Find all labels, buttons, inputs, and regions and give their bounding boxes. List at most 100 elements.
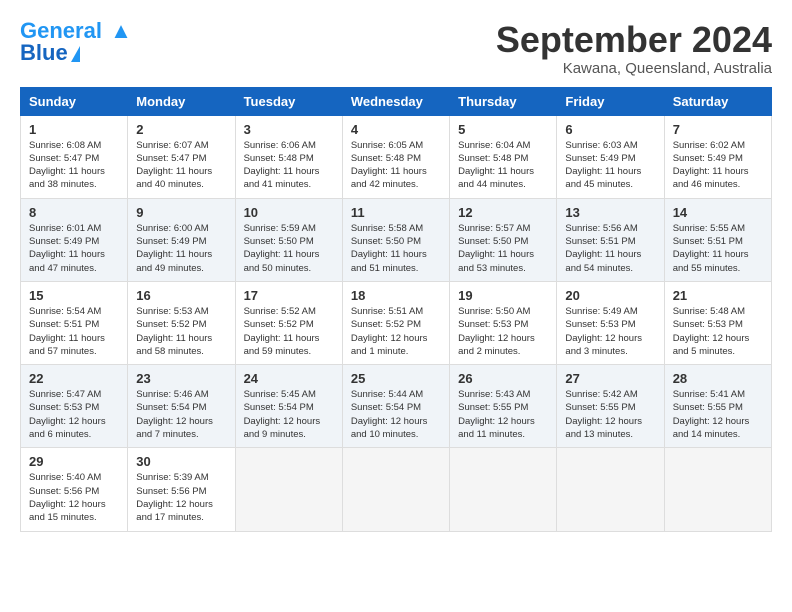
day-number: 9 xyxy=(136,205,226,220)
calendar-day-cell: 30 Sunrise: 5:39 AM Sunset: 5:56 PM Dayl… xyxy=(128,448,235,531)
calendar-day-cell: 5 Sunrise: 6:04 AM Sunset: 5:48 PM Dayli… xyxy=(450,115,557,198)
calendar-day-cell: 11 Sunrise: 5:58 AM Sunset: 5:50 PM Dayl… xyxy=(342,198,449,281)
day-number: 3 xyxy=(244,122,334,137)
logo-blue: Blue xyxy=(20,40,68,66)
day-info: Sunrise: 6:01 AM Sunset: 5:49 PM Dayligh… xyxy=(29,222,119,275)
calendar-day-cell: 3 Sunrise: 6:06 AM Sunset: 5:48 PM Dayli… xyxy=(235,115,342,198)
calendar-day-cell: 17 Sunrise: 5:52 AM Sunset: 5:52 PM Dayl… xyxy=(235,281,342,364)
calendar-day-cell: 21 Sunrise: 5:48 AM Sunset: 5:53 PM Dayl… xyxy=(664,281,771,364)
calendar-day-cell xyxy=(664,448,771,531)
calendar-day-cell: 27 Sunrise: 5:42 AM Sunset: 5:55 PM Dayl… xyxy=(557,365,664,448)
title-section: September 2024 Kawana, Queensland, Austr… xyxy=(496,20,772,77)
logo: General ▲ Blue xyxy=(20,20,132,66)
calendar-day-cell: 22 Sunrise: 5:47 AM Sunset: 5:53 PM Dayl… xyxy=(21,365,128,448)
calendar-day-cell: 16 Sunrise: 5:53 AM Sunset: 5:52 PM Dayl… xyxy=(128,281,235,364)
day-header-friday: Friday xyxy=(557,87,664,115)
calendar-header-row: SundayMondayTuesdayWednesdayThursdayFrid… xyxy=(21,87,772,115)
day-number: 15 xyxy=(29,288,119,303)
calendar-day-cell: 9 Sunrise: 6:00 AM Sunset: 5:49 PM Dayli… xyxy=(128,198,235,281)
day-number: 21 xyxy=(673,288,763,303)
calendar-table: SundayMondayTuesdayWednesdayThursdayFrid… xyxy=(20,87,772,532)
day-info: Sunrise: 6:04 AM Sunset: 5:48 PM Dayligh… xyxy=(458,139,548,192)
calendar-day-cell: 4 Sunrise: 6:05 AM Sunset: 5:48 PM Dayli… xyxy=(342,115,449,198)
day-info: Sunrise: 5:50 AM Sunset: 5:53 PM Dayligh… xyxy=(458,305,548,358)
day-info: Sunrise: 5:52 AM Sunset: 5:52 PM Dayligh… xyxy=(244,305,334,358)
day-number: 17 xyxy=(244,288,334,303)
day-number: 18 xyxy=(351,288,441,303)
day-info: Sunrise: 5:47 AM Sunset: 5:53 PM Dayligh… xyxy=(29,388,119,441)
day-info: Sunrise: 5:54 AM Sunset: 5:51 PM Dayligh… xyxy=(29,305,119,358)
day-info: Sunrise: 5:43 AM Sunset: 5:55 PM Dayligh… xyxy=(458,388,548,441)
day-info: Sunrise: 5:40 AM Sunset: 5:56 PM Dayligh… xyxy=(29,471,119,524)
day-info: Sunrise: 5:56 AM Sunset: 5:51 PM Dayligh… xyxy=(565,222,655,275)
day-info: Sunrise: 5:42 AM Sunset: 5:55 PM Dayligh… xyxy=(565,388,655,441)
day-number: 1 xyxy=(29,122,119,137)
calendar-day-cell xyxy=(235,448,342,531)
calendar-day-cell: 8 Sunrise: 6:01 AM Sunset: 5:49 PM Dayli… xyxy=(21,198,128,281)
month-title: September 2024 xyxy=(496,20,772,60)
day-number: 16 xyxy=(136,288,226,303)
day-number: 5 xyxy=(458,122,548,137)
day-header-saturday: Saturday xyxy=(664,87,771,115)
day-number: 10 xyxy=(244,205,334,220)
day-number: 20 xyxy=(565,288,655,303)
day-info: Sunrise: 5:57 AM Sunset: 5:50 PM Dayligh… xyxy=(458,222,548,275)
day-info: Sunrise: 5:59 AM Sunset: 5:50 PM Dayligh… xyxy=(244,222,334,275)
day-number: 28 xyxy=(673,371,763,386)
day-info: Sunrise: 5:53 AM Sunset: 5:52 PM Dayligh… xyxy=(136,305,226,358)
logo-triangle-icon xyxy=(71,46,80,62)
day-info: Sunrise: 5:45 AM Sunset: 5:54 PM Dayligh… xyxy=(244,388,334,441)
calendar-week-row: 8 Sunrise: 6:01 AM Sunset: 5:49 PM Dayli… xyxy=(21,198,772,281)
day-header-monday: Monday xyxy=(128,87,235,115)
day-number: 6 xyxy=(565,122,655,137)
day-number: 30 xyxy=(136,454,226,469)
day-info: Sunrise: 6:06 AM Sunset: 5:48 PM Dayligh… xyxy=(244,139,334,192)
logo-text: General ▲ xyxy=(20,20,132,42)
day-number: 23 xyxy=(136,371,226,386)
calendar-day-cell: 23 Sunrise: 5:46 AM Sunset: 5:54 PM Dayl… xyxy=(128,365,235,448)
calendar-week-row: 1 Sunrise: 6:08 AM Sunset: 5:47 PM Dayli… xyxy=(21,115,772,198)
day-number: 24 xyxy=(244,371,334,386)
day-number: 27 xyxy=(565,371,655,386)
day-info: Sunrise: 5:49 AM Sunset: 5:53 PM Dayligh… xyxy=(565,305,655,358)
day-number: 12 xyxy=(458,205,548,220)
day-number: 7 xyxy=(673,122,763,137)
calendar-day-cell: 6 Sunrise: 6:03 AM Sunset: 5:49 PM Dayli… xyxy=(557,115,664,198)
day-number: 4 xyxy=(351,122,441,137)
calendar-week-row: 29 Sunrise: 5:40 AM Sunset: 5:56 PM Dayl… xyxy=(21,448,772,531)
calendar-week-row: 15 Sunrise: 5:54 AM Sunset: 5:51 PM Dayl… xyxy=(21,281,772,364)
calendar-day-cell: 12 Sunrise: 5:57 AM Sunset: 5:50 PM Dayl… xyxy=(450,198,557,281)
day-info: Sunrise: 5:55 AM Sunset: 5:51 PM Dayligh… xyxy=(673,222,763,275)
day-number: 25 xyxy=(351,371,441,386)
calendar-day-cell: 24 Sunrise: 5:45 AM Sunset: 5:54 PM Dayl… xyxy=(235,365,342,448)
day-info: Sunrise: 6:03 AM Sunset: 5:49 PM Dayligh… xyxy=(565,139,655,192)
calendar-day-cell: 19 Sunrise: 5:50 AM Sunset: 5:53 PM Dayl… xyxy=(450,281,557,364)
calendar-day-cell: 14 Sunrise: 5:55 AM Sunset: 5:51 PM Dayl… xyxy=(664,198,771,281)
calendar-week-row: 22 Sunrise: 5:47 AM Sunset: 5:53 PM Dayl… xyxy=(21,365,772,448)
calendar-day-cell: 10 Sunrise: 5:59 AM Sunset: 5:50 PM Dayl… xyxy=(235,198,342,281)
day-info: Sunrise: 6:08 AM Sunset: 5:47 PM Dayligh… xyxy=(29,139,119,192)
day-number: 11 xyxy=(351,205,441,220)
page-header: General ▲ Blue September 2024 Kawana, Qu… xyxy=(20,20,772,77)
calendar-day-cell: 29 Sunrise: 5:40 AM Sunset: 5:56 PM Dayl… xyxy=(21,448,128,531)
calendar-day-cell xyxy=(450,448,557,531)
calendar-day-cell: 18 Sunrise: 5:51 AM Sunset: 5:52 PM Dayl… xyxy=(342,281,449,364)
day-number: 14 xyxy=(673,205,763,220)
day-info: Sunrise: 5:46 AM Sunset: 5:54 PM Dayligh… xyxy=(136,388,226,441)
day-info: Sunrise: 5:44 AM Sunset: 5:54 PM Dayligh… xyxy=(351,388,441,441)
day-info: Sunrise: 6:00 AM Sunset: 5:49 PM Dayligh… xyxy=(136,222,226,275)
calendar-day-cell xyxy=(342,448,449,531)
day-info: Sunrise: 5:58 AM Sunset: 5:50 PM Dayligh… xyxy=(351,222,441,275)
day-info: Sunrise: 6:05 AM Sunset: 5:48 PM Dayligh… xyxy=(351,139,441,192)
day-info: Sunrise: 5:41 AM Sunset: 5:55 PM Dayligh… xyxy=(673,388,763,441)
calendar-day-cell xyxy=(557,448,664,531)
calendar-day-cell: 28 Sunrise: 5:41 AM Sunset: 5:55 PM Dayl… xyxy=(664,365,771,448)
calendar-day-cell: 2 Sunrise: 6:07 AM Sunset: 5:47 PM Dayli… xyxy=(128,115,235,198)
day-info: Sunrise: 6:02 AM Sunset: 5:49 PM Dayligh… xyxy=(673,139,763,192)
day-info: Sunrise: 5:48 AM Sunset: 5:53 PM Dayligh… xyxy=(673,305,763,358)
location-subtitle: Kawana, Queensland, Australia xyxy=(496,60,772,77)
day-number: 8 xyxy=(29,205,119,220)
day-info: Sunrise: 5:39 AM Sunset: 5:56 PM Dayligh… xyxy=(136,471,226,524)
day-number: 29 xyxy=(29,454,119,469)
calendar-day-cell: 13 Sunrise: 5:56 AM Sunset: 5:51 PM Dayl… xyxy=(557,198,664,281)
